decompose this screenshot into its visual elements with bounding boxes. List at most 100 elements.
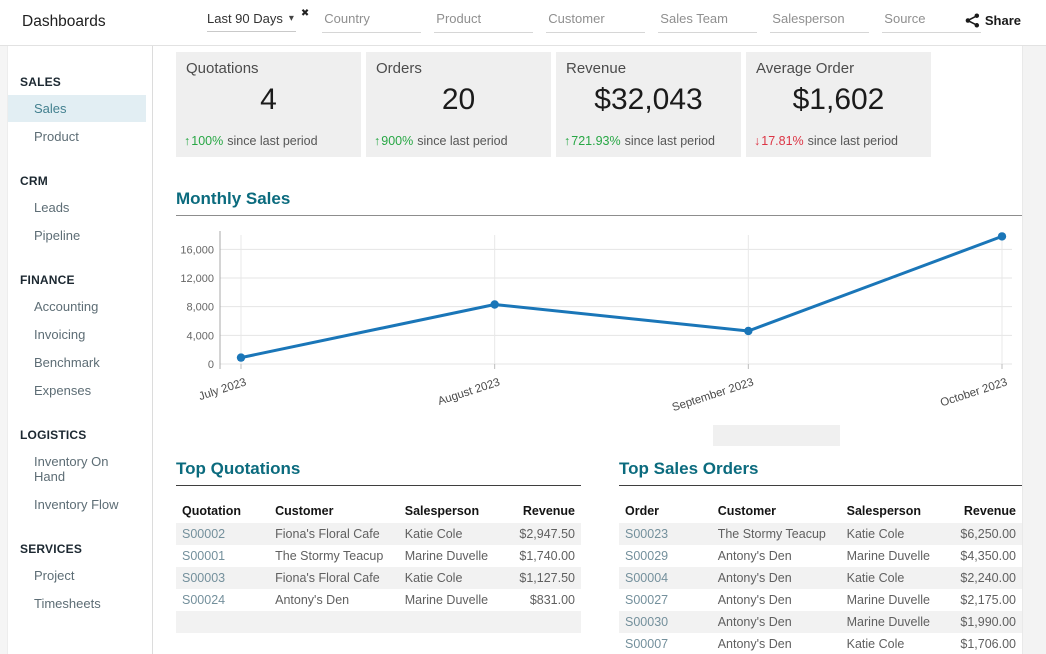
- table-header-row: OrderCustomerSalespersonRevenue: [619, 501, 1022, 523]
- horizontal-scrollbar-thumb[interactable]: [713, 425, 840, 446]
- sidebar-item-invoicing[interactable]: Invoicing: [8, 321, 146, 348]
- sales-line-series: [241, 236, 1002, 357]
- column-header-salesperson: Salesperson: [399, 501, 496, 523]
- x-axis-tick-label: August 2023: [436, 376, 501, 407]
- kpi-value: $1,602: [746, 83, 931, 117]
- text-cell: Marine Duvelle: [841, 611, 938, 633]
- top-sales-orders-title: Top Sales Orders: [619, 459, 759, 478]
- kpi-delta-suffix: since last period: [625, 134, 715, 148]
- data-point[interactable]: [490, 300, 498, 308]
- page-title[interactable]: Dashboards: [22, 13, 106, 31]
- data-point[interactable]: [237, 353, 245, 361]
- sidebar-item-product[interactable]: Product: [8, 123, 146, 150]
- date-range-value[interactable]: Last 90 Days ▾: [207, 9, 296, 32]
- text-cell: Katie Cole: [841, 523, 938, 545]
- record-link[interactable]: S00030: [619, 611, 712, 633]
- kpi-card-average-order[interactable]: Average Order $1,602 ↓17.81%since last p…: [746, 52, 931, 157]
- kpi-delta-pct: 100%: [191, 134, 223, 148]
- sidebar-scrollbar-track[interactable]: [0, 45, 8, 654]
- top-sales-orders-card: Top Sales Orders OrderCustomerSalesperso…: [619, 459, 1022, 654]
- sidebar-item-project[interactable]: Project: [8, 562, 146, 589]
- sidebar-section-services: SERVICESProjectTimesheets: [8, 542, 152, 617]
- sidebar-section-title: CRM: [20, 174, 152, 188]
- revenue-cell: $2,240.00: [937, 567, 1022, 589]
- text-cell: Fiona's Floral Cafe: [269, 567, 399, 589]
- sidebar-section-title: FINANCE: [20, 273, 152, 287]
- text-cell: The Stormy Teacup: [269, 545, 399, 567]
- sidebar-item-expenses[interactable]: Expenses: [8, 377, 146, 404]
- table-row: S00030Antony's DenMarine Duvelle$1,990.0…: [619, 611, 1022, 633]
- top-sales-orders-header: Top Sales Orders: [619, 459, 1022, 486]
- record-link[interactable]: S00001: [176, 545, 269, 567]
- sidebar-section-title: SALES: [20, 75, 152, 89]
- sidebar-item-inventory-flow[interactable]: Inventory Flow: [8, 491, 146, 518]
- kpi-title: Average Order: [746, 52, 931, 77]
- kpi-row: Quotations 4 ↑100%since last period Orde…: [176, 52, 1022, 157]
- filter-product-input[interactable]: [434, 9, 533, 33]
- share-button[interactable]: Share: [965, 13, 1021, 28]
- record-link[interactable]: S00007: [619, 633, 712, 654]
- revenue-cell: $4,350.00: [937, 545, 1022, 567]
- dashboard-screen: Dashboards Last 90 Days ▾ ✖ Share: [0, 0, 1046, 654]
- record-link[interactable]: S00023: [619, 523, 712, 545]
- y-axis-tick-label: 8,000: [186, 302, 214, 314]
- kpi-card-quotations[interactable]: Quotations 4 ↑100%since last period: [176, 52, 361, 157]
- clear-filter-icon[interactable]: ✖: [301, 8, 309, 19]
- date-range-filter[interactable]: Last 90 Days ▾ ✖: [207, 9, 309, 32]
- text-cell: Marine Duvelle: [841, 589, 938, 611]
- sidebar-section-title: LOGISTICS: [20, 428, 152, 442]
- kpi-card-revenue[interactable]: Revenue $32,043 ↑721.93%since last perio…: [556, 52, 741, 157]
- record-link[interactable]: S00003: [176, 567, 269, 589]
- filter-sales-team-input[interactable]: [658, 9, 757, 33]
- column-header-revenue: Revenue: [937, 501, 1022, 523]
- table-row: S00003Fiona's Floral CafeKatie Cole$1,12…: [176, 567, 581, 589]
- x-axis-tick-label: July 2023: [197, 376, 248, 403]
- data-point[interactable]: [998, 232, 1006, 240]
- filter-customer-input[interactable]: [546, 9, 645, 33]
- sidebar-item-inventory-on-hand[interactable]: Inventory On Hand: [8, 448, 146, 490]
- sidebar-item-accounting[interactable]: Accounting: [8, 293, 146, 320]
- y-axis-tick-label: 12,000: [180, 273, 214, 285]
- table-row: S00007Antony's DenKatie Cole$1,706.00: [619, 633, 1022, 654]
- revenue-cell: $1,990.00: [937, 611, 1022, 633]
- record-link[interactable]: S00029: [619, 545, 712, 567]
- text-cell: Antony's Den: [712, 611, 841, 633]
- kpi-delta-suffix: since last period: [227, 134, 317, 148]
- column-header-salesperson: Salesperson: [841, 501, 938, 523]
- record-link[interactable]: S00027: [619, 589, 712, 611]
- sidebar-sections: SALES SalesProduct CRM LeadsPipeline FINANCE…: [8, 45, 152, 618]
- text-cell: Fiona's Floral Cafe: [269, 523, 399, 545]
- monthly-sales-section-header: Monthly Sales: [176, 189, 1022, 216]
- table-row: S00001The Stormy TeacupMarine Duvelle$1,…: [176, 545, 581, 567]
- sidebar-item-pipeline[interactable]: Pipeline: [8, 222, 146, 249]
- text-cell: Antony's Den: [712, 545, 841, 567]
- sidebar-item-benchmark[interactable]: Benchmark: [8, 349, 146, 376]
- record-link[interactable]: S00002: [176, 523, 269, 545]
- filter-salesperson-input[interactable]: [770, 9, 869, 33]
- text-cell: Marine Duvelle: [399, 589, 496, 611]
- sidebar-item-leads[interactable]: Leads: [8, 194, 146, 221]
- top-quotations-title: Top Quotations: [176, 459, 300, 478]
- sidebar-section-sales: SALES SalesProduct: [8, 75, 152, 150]
- kpi-title: Revenue: [556, 52, 741, 77]
- monthly-sales-title: Monthly Sales: [176, 189, 290, 208]
- text-cell: Katie Cole: [841, 567, 938, 589]
- vertical-scrollbar-track[interactable]: [1022, 45, 1046, 654]
- kpi-title: Orders: [366, 52, 551, 77]
- top-quotations-header: Top Quotations: [176, 459, 581, 486]
- trend-arrow-icon: ↑: [374, 134, 380, 148]
- kpi-card-orders[interactable]: Orders 20 ↑900%since last period: [366, 52, 551, 157]
- sidebar-item-timesheets[interactable]: Timesheets: [8, 590, 146, 617]
- monthly-sales-chart[interactable]: 04,0008,00012,00016,000July 2023August 2…: [176, 221, 1021, 413]
- sidebar-item-sales[interactable]: Sales: [8, 95, 146, 122]
- record-link[interactable]: S00024: [176, 589, 269, 611]
- filter-country-input[interactable]: [322, 9, 421, 33]
- chevron-down-icon[interactable]: ▾: [289, 13, 294, 24]
- date-range-label[interactable]: Last 90 Days: [207, 11, 283, 26]
- data-point[interactable]: [744, 327, 752, 335]
- record-link[interactable]: S00004: [619, 567, 712, 589]
- orders-table: OrderCustomerSalespersonRevenueS00023The…: [619, 501, 1022, 654]
- revenue-cell: $2,947.50: [496, 523, 581, 545]
- column-header-customer: Customer: [269, 501, 399, 523]
- top-quotations-card: Top Quotations QuotationCustomerSalesper…: [176, 459, 581, 654]
